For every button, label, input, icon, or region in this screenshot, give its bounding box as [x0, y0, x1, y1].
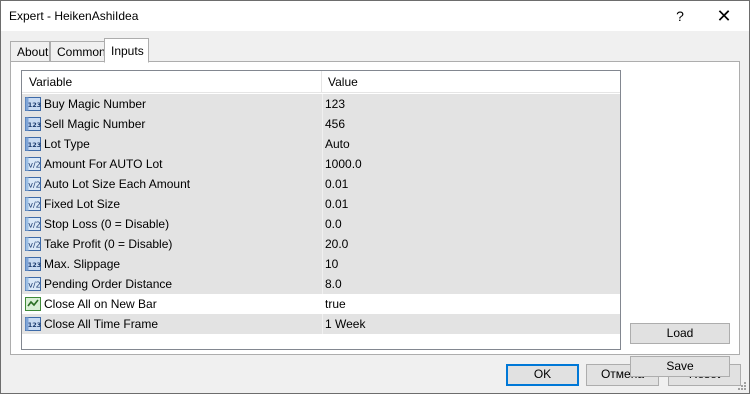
- column-separator: [322, 254, 323, 274]
- resize-grip-icon[interactable]: [736, 380, 747, 391]
- expert-dialog: Expert - HeikenAshiIdea ? ✕ About Common…: [0, 0, 750, 394]
- svg-text:123: 123: [28, 121, 41, 129]
- variable-name: Fixed Lot Size: [44, 197, 121, 211]
- load-button[interactable]: Load: [630, 323, 730, 344]
- variable-value[interactable]: 0.01: [325, 177, 348, 191]
- variable-value[interactable]: 0.0: [325, 217, 342, 231]
- column-separator: [322, 274, 323, 294]
- svg-text:123: 123: [28, 261, 41, 269]
- integer-icon: 123: [25, 256, 41, 272]
- variable-value[interactable]: Auto: [325, 137, 350, 151]
- variable-name: Take Profit (0 = Disable): [44, 237, 173, 251]
- column-separator: [322, 154, 323, 174]
- variable-value[interactable]: true: [325, 297, 346, 311]
- svg-text:v/2: v/2: [28, 221, 41, 230]
- tab-inputs[interactable]: Inputs: [104, 38, 149, 63]
- variable-value[interactable]: 0.01: [325, 197, 348, 211]
- ok-button[interactable]: OK: [506, 364, 579, 386]
- table-row[interactable]: v/2 Stop Loss (0 = Disable) 0.0: [22, 214, 620, 234]
- column-separator: [322, 94, 323, 114]
- integer-icon: 123: [25, 136, 41, 152]
- table-row[interactable]: 123 Max. Slippage 10: [22, 254, 620, 274]
- column-separator: [322, 114, 323, 134]
- column-separator: [322, 234, 323, 254]
- bool-icon: [25, 296, 41, 312]
- help-button[interactable]: ?: [657, 1, 703, 31]
- inputs-tab-panel: Variable Value 123 Buy Magic Number 123 123…: [10, 61, 740, 377]
- tab-common[interactable]: Common: [50, 41, 106, 62]
- variable-name: Lot Type: [44, 137, 90, 151]
- column-separator: [322, 134, 323, 154]
- column-separator: [322, 294, 323, 314]
- integer-icon: 123: [25, 116, 41, 132]
- window-title: Expert - HeikenAshiIdea: [9, 9, 139, 23]
- double-icon: v/2: [25, 276, 41, 292]
- column-header-variable[interactable]: Variable: [22, 71, 322, 93]
- list-header: Variable Value: [22, 71, 620, 93]
- variable-name: Buy Magic Number: [44, 97, 147, 111]
- variable-name: Pending Order Distance: [44, 277, 173, 291]
- table-row[interactable]: v/2 Fixed Lot Size 0.01: [22, 194, 620, 214]
- save-button[interactable]: Save: [630, 356, 730, 377]
- svg-text:123: 123: [28, 101, 41, 109]
- table-row[interactable]: 123 Close All Time Frame 1 Week: [22, 314, 620, 334]
- variable-name: Close All Time Frame: [44, 317, 159, 331]
- variable-value[interactable]: 10: [325, 257, 338, 271]
- svg-text:123: 123: [28, 321, 41, 329]
- svg-text:v/2: v/2: [28, 161, 41, 170]
- table-row[interactable]: 123 Sell Magic Number 456: [22, 114, 620, 134]
- column-separator: [322, 314, 323, 334]
- column-separator: [322, 214, 323, 234]
- variable-value[interactable]: 123: [325, 97, 345, 111]
- svg-text:v/2: v/2: [28, 281, 41, 290]
- table-row[interactable]: 123 Lot Type Auto: [22, 134, 620, 154]
- double-icon: v/2: [25, 196, 41, 212]
- variable-name: Auto Lot Size Each Amount: [44, 177, 191, 191]
- integer-icon: 123: [25, 96, 41, 112]
- variable-value[interactable]: 20.0: [325, 237, 348, 251]
- list-rows: 123 Buy Magic Number 123 123 Sell Magic Numb…: [22, 94, 620, 334]
- column-separator: [322, 194, 323, 214]
- tab-about[interactable]: About: [10, 41, 50, 62]
- table-row[interactable]: v/2 Auto Lot Size Each Amount 0.01: [22, 174, 620, 194]
- svg-text:v/2: v/2: [28, 241, 41, 250]
- table-row[interactable]: 123 Buy Magic Number 123: [22, 94, 620, 114]
- variable-name: Stop Loss (0 = Disable): [44, 217, 170, 231]
- svg-text:v/2: v/2: [28, 201, 41, 210]
- inputs-list[interactable]: Variable Value 123 Buy Magic Number 123 123…: [21, 70, 621, 350]
- integer-icon: 123: [25, 316, 41, 332]
- variable-name: Sell Magic Number: [44, 117, 146, 131]
- table-row[interactable]: v/2 Take Profit (0 = Disable) 20.0: [22, 234, 620, 254]
- variable-name: Max. Slippage: [44, 257, 121, 271]
- svg-text:v/2: v/2: [28, 181, 41, 190]
- double-icon: v/2: [25, 236, 41, 252]
- column-separator: [322, 174, 323, 194]
- variable-name: Amount For AUTO Lot: [44, 157, 163, 171]
- svg-text:123: 123: [28, 141, 41, 149]
- variable-value[interactable]: 1 Week: [325, 317, 365, 331]
- table-row[interactable]: Close All on New Bar true: [22, 294, 620, 314]
- double-icon: v/2: [25, 156, 41, 172]
- column-header-value[interactable]: Value: [322, 71, 620, 93]
- variable-value[interactable]: 456: [325, 117, 345, 131]
- variable-value[interactable]: 8.0: [325, 277, 342, 291]
- variable-value[interactable]: 1000.0: [325, 157, 362, 171]
- title-bar[interactable]: Expert - HeikenAshiIdea ? ✕: [1, 1, 749, 31]
- close-button[interactable]: ✕: [701, 1, 747, 31]
- table-row[interactable]: v/2 Pending Order Distance 8.0: [22, 274, 620, 294]
- double-icon: v/2: [25, 216, 41, 232]
- variable-name: Close All on New Bar: [44, 297, 157, 311]
- table-row[interactable]: v/2 Amount For AUTO Lot 1000.0: [22, 154, 620, 174]
- double-icon: v/2: [25, 176, 41, 192]
- dialog-client: About Common Inputs Variable Value 123 Bu…: [1, 31, 749, 393]
